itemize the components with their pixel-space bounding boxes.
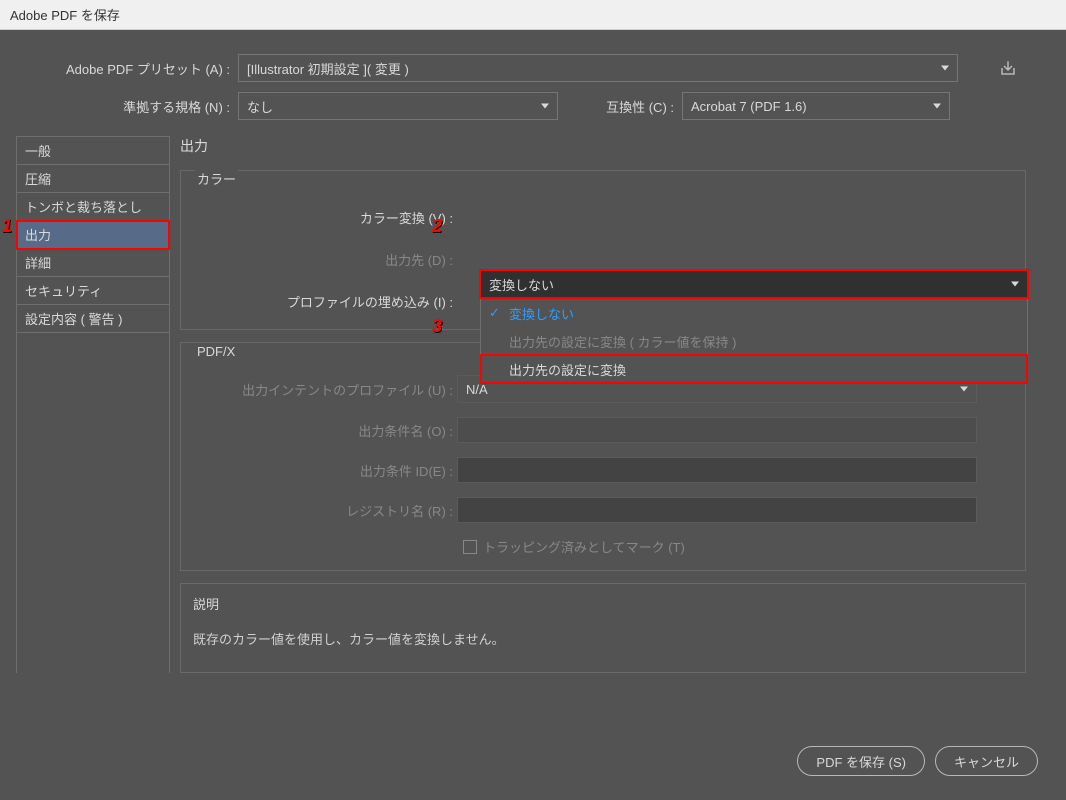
annotation-marker-2: 2	[432, 216, 442, 237]
sidebar-item-label: 詳細	[25, 253, 51, 272]
standard-select[interactable]: なし	[238, 92, 558, 120]
dropdown-list: 変換しない 出力先の設定に変換 ( カラー値を保持 ) 出力先の設定に変換	[480, 298, 1028, 384]
dialog-body: Adobe PDF プリセット (A) : [Illustrator 初期設定 …	[0, 30, 1066, 800]
condition-id-row: 出力条件 ID(E) :	[193, 457, 1013, 483]
header-section: Adobe PDF プリセット (A) : [Illustrator 初期設定 …	[0, 30, 1066, 128]
sidebar-item-label: 一般	[25, 141, 51, 160]
pdfx-legend: PDF/X	[195, 344, 237, 359]
dropdown-option-label: 出力先の設定に変換 ( カラー値を保持 )	[509, 332, 737, 351]
compat-select[interactable]: Acrobat 7 (PDF 1.6)	[682, 92, 950, 120]
profile-embed-label: プロファイルの埋め込み (I) :	[193, 292, 457, 311]
standard-compat-row: 準拠する規格 (N) : なし 互換性 (C) : Acrobat 7 (PDF…	[24, 92, 1042, 120]
save-preset-icon[interactable]	[998, 58, 1018, 78]
dropdown-option-no-convert[interactable]: 変換しない	[481, 299, 1027, 327]
color-conversion-dropdown: 変換しない 変換しない 出力先の設定に変換 ( カラー値を保持 ) 出力先の設定…	[480, 270, 1028, 384]
color-conversion-placeholder	[457, 203, 1013, 231]
description-text: 既存のカラー値を使用し、カラー値を変換しません。	[193, 629, 1013, 648]
content-panel: 出力 カラー カラー変換 (V) : 出力先 (D) : プロファイルの埋め込み…	[170, 136, 1042, 673]
description-fieldset: 説明 既存のカラー値を使用し、カラー値を変換しません。	[180, 583, 1026, 673]
destination-placeholder	[457, 245, 1013, 273]
sidebar-item-label: 圧縮	[25, 169, 51, 188]
sidebar-item-advanced[interactable]: 詳細	[17, 249, 169, 277]
condition-id-label: 出力条件 ID(E) :	[193, 461, 457, 480]
save-button-label: PDF を保存 (S)	[816, 752, 906, 771]
standard-label: 準拠する規格 (N) :	[24, 97, 230, 116]
compat-label: 互換性 (C) :	[582, 97, 674, 116]
sidebar-item-label: 設定内容 ( 警告 )	[25, 309, 123, 328]
preset-select[interactable]: [Illustrator 初期設定 ]( 変更 )	[238, 54, 958, 82]
registry-row: レジストリ名 (R) :	[193, 497, 1013, 523]
registry-input	[457, 497, 977, 523]
standard-value: なし	[247, 97, 273, 116]
preset-row: Adobe PDF プリセット (A) : [Illustrator 初期設定 …	[24, 54, 1042, 82]
destination-label: 出力先 (D) :	[193, 250, 457, 269]
annotation-marker-1: 1	[2, 216, 12, 237]
condition-name-row: 出力条件名 (O) :	[193, 417, 1013, 443]
dialog-footer: PDF を保存 (S) キャンセル	[797, 746, 1038, 776]
trapping-row: トラッピング済みとしてマーク (T)	[193, 537, 1013, 556]
color-conversion-value: 変換しない	[489, 275, 554, 294]
window-titlebar: Adobe PDF を保存	[0, 0, 1066, 30]
dropdown-option-label: 出力先の設定に変換	[509, 360, 626, 379]
sidebar-item-security[interactable]: セキュリティ	[17, 277, 169, 305]
condition-name-label: 出力条件名 (O) :	[193, 421, 457, 440]
compat-value: Acrobat 7 (PDF 1.6)	[691, 99, 807, 114]
dropdown-option-convert[interactable]: 出力先の設定に変換	[481, 355, 1027, 383]
color-conversion-label: カラー変換 (V) :	[193, 208, 457, 227]
window-title: Adobe PDF を保存	[10, 5, 120, 24]
sidebar-item-label: 出力	[25, 225, 51, 244]
color-conversion-select[interactable]: 変換しない	[480, 270, 1028, 298]
cancel-button[interactable]: キャンセル	[935, 746, 1038, 776]
condition-name-input	[457, 417, 977, 443]
trapping-checkbox	[463, 540, 477, 554]
intent-profile-label: 出力インテントのプロファイル (U) :	[193, 380, 457, 399]
sidebar-item-compression[interactable]: 圧縮	[17, 165, 169, 193]
annotation-marker-3: 3	[432, 316, 442, 337]
dropdown-option-label: 変換しない	[509, 304, 574, 323]
condition-id-input	[457, 457, 977, 483]
dropdown-option-convert-preserve: 出力先の設定に変換 ( カラー値を保持 )	[481, 327, 1027, 355]
sidebar-item-summary[interactable]: 設定内容 ( 警告 )	[17, 305, 169, 333]
destination-row: 出力先 (D) :	[193, 245, 1013, 273]
sidebar-item-output[interactable]: 出力	[17, 221, 169, 249]
color-legend: カラー	[195, 169, 238, 188]
panel-title: 出力	[180, 136, 1026, 156]
sidebar-item-label: トンボと裁ち落とし	[25, 197, 142, 216]
preset-label: Adobe PDF プリセット (A) :	[24, 59, 230, 78]
main-area: 一般 圧縮 トンボと裁ち落とし 出力 詳細 セキュリティ 設定内容 ( 警告 )…	[0, 128, 1066, 673]
save-button[interactable]: PDF を保存 (S)	[797, 746, 925, 776]
sidebar-item-marks[interactable]: トンボと裁ち落とし	[17, 193, 169, 221]
cancel-button-label: キャンセル	[954, 752, 1019, 771]
trapping-label: トラッピング済みとしてマーク (T)	[483, 537, 685, 556]
sidebar-item-general[interactable]: 一般	[17, 137, 169, 165]
registry-label: レジストリ名 (R) :	[193, 501, 457, 520]
category-sidebar: 一般 圧縮 トンボと裁ち落とし 出力 詳細 セキュリティ 設定内容 ( 警告 )	[16, 136, 170, 673]
color-conversion-row: カラー変換 (V) :	[193, 203, 1013, 231]
preset-value: [Illustrator 初期設定 ]( 変更 )	[247, 59, 409, 78]
sidebar-item-label: セキュリティ	[25, 281, 102, 300]
description-legend: 説明	[193, 594, 1013, 613]
